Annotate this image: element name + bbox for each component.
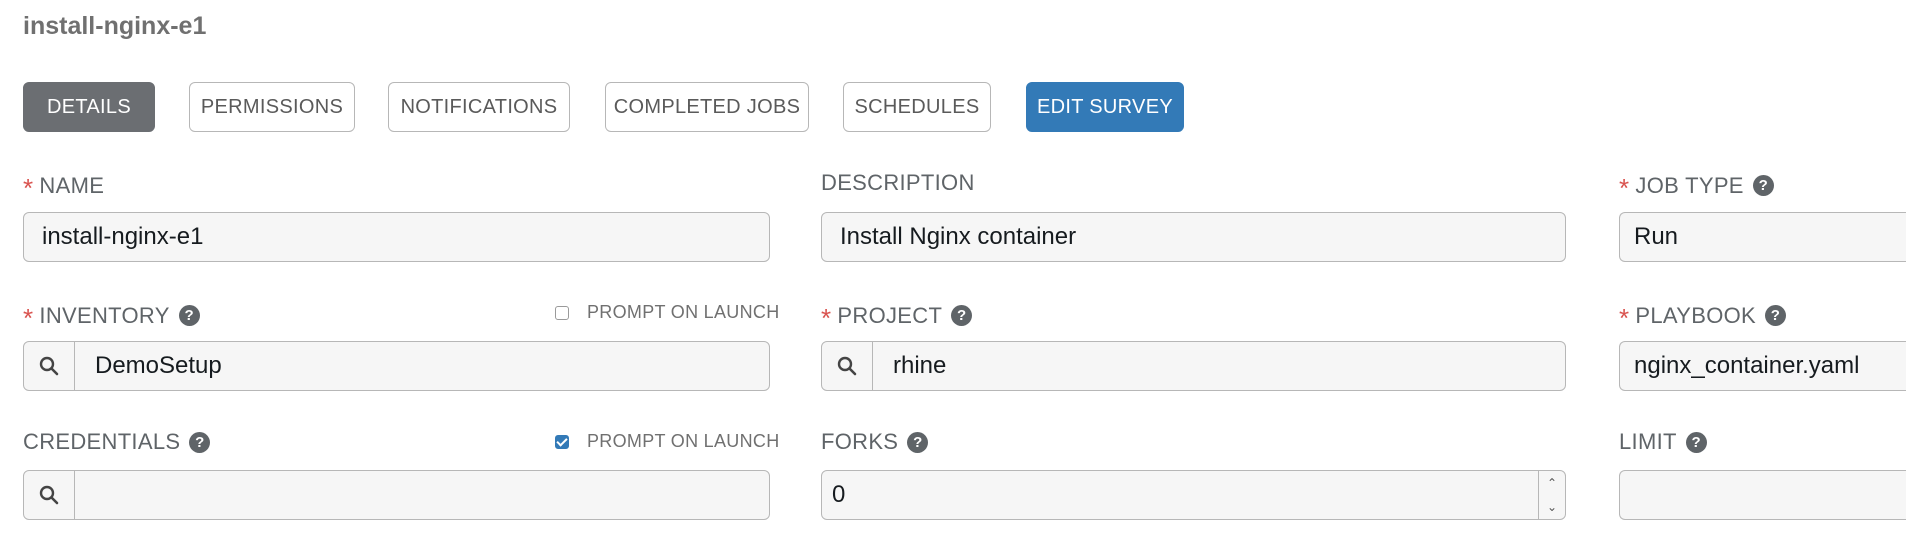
- inventory-value: DemoSetup: [95, 352, 222, 379]
- inventory-label: * INVENTORY ?: [23, 300, 200, 333]
- question-circle-icon[interactable]: ?: [189, 431, 211, 453]
- limit-field[interactable]: [1619, 470, 1906, 520]
- search-icon[interactable]: [822, 342, 873, 390]
- credentials-label-text: CREDENTIALS: [23, 429, 181, 454]
- forks-number-input[interactable]: 0 ⌃ ⌄: [821, 470, 1566, 520]
- job-type-select[interactable]: Run: [1619, 212, 1906, 262]
- name-label: * NAME: [23, 170, 105, 204]
- credentials-lookup-field[interactable]: [23, 470, 770, 520]
- job-type-value: Run: [1634, 223, 1679, 250]
- tab-notifications[interactable]: NOTIFICATIONS: [388, 82, 570, 132]
- playbook-label: * PLAYBOOK ?: [1619, 300, 1787, 333]
- limit-label-text: LIMIT: [1619, 429, 1677, 454]
- page-title: install-nginx-e1: [23, 12, 207, 40]
- question-circle-icon[interactable]: ?: [1685, 431, 1707, 453]
- required-marker: *: [23, 173, 34, 203]
- credentials-prompt-checkbox[interactable]: [555, 434, 569, 449]
- tab-schedules[interactable]: SCHEDULES: [843, 82, 991, 132]
- tab-permissions[interactable]: PERMISSIONS: [189, 82, 355, 132]
- job-type-label: * JOB TYPE ?: [1619, 170, 1774, 203]
- project-label-text: PROJECT: [837, 302, 943, 328]
- playbook-label-text: PLAYBOOK: [1635, 302, 1757, 328]
- edit-survey-button[interactable]: EDIT SURVEY: [1026, 82, 1184, 132]
- description-label-text: DESCRIPTION: [821, 170, 975, 195]
- description-label: DESCRIPTION: [821, 170, 975, 196]
- forks-label-text: FORKS: [821, 429, 899, 454]
- project-value: rhine: [893, 352, 947, 379]
- question-circle-icon[interactable]: ?: [1765, 305, 1787, 326]
- question-circle-icon[interactable]: ?: [178, 305, 200, 326]
- search-icon[interactable]: [24, 342, 75, 390]
- project-lookup-field[interactable]: rhine: [821, 341, 1566, 391]
- name-label-text: NAME: [39, 172, 105, 198]
- chevron-up-icon[interactable]: ⌃: [1539, 471, 1565, 495]
- question-circle-icon[interactable]: ?: [1752, 175, 1774, 196]
- job-type-label-text: JOB TYPE: [1635, 172, 1744, 198]
- chevron-down-icon[interactable]: ⌄: [1539, 495, 1565, 519]
- required-marker: *: [1619, 303, 1630, 333]
- limit-label: LIMIT ?: [1619, 429, 1707, 455]
- question-circle-icon[interactable]: ?: [951, 305, 973, 326]
- forks-label: FORKS ?: [821, 429, 929, 455]
- question-circle-icon[interactable]: ?: [907, 431, 929, 453]
- description-field[interactable]: Install Nginx container: [821, 212, 1566, 262]
- name-value: install-nginx-e1: [42, 223, 204, 250]
- inventory-lookup-field[interactable]: DemoSetup: [23, 341, 770, 391]
- required-marker: *: [821, 303, 832, 333]
- project-label: * PROJECT ?: [821, 300, 973, 333]
- inventory-prompt-checkbox[interactable]: [555, 305, 569, 320]
- search-icon[interactable]: [24, 471, 75, 519]
- credentials-label: CREDENTIALS ?: [23, 429, 211, 455]
- tab-completed-jobs[interactable]: COMPLETED JOBS: [605, 82, 809, 132]
- tab-details[interactable]: DETAILS: [23, 82, 155, 132]
- credentials-prompt-label: PROMPT ON LAUNCH: [587, 431, 780, 451]
- inventory-label-text: INVENTORY: [39, 302, 170, 328]
- required-marker: *: [1619, 173, 1630, 203]
- name-field[interactable]: install-nginx-e1: [23, 212, 770, 262]
- inventory-prompt-on-launch[interactable]: PROMPT ON LAUNCH: [555, 302, 780, 323]
- inventory-prompt-label: PROMPT ON LAUNCH: [587, 302, 780, 322]
- playbook-select[interactable]: nginx_container.yaml: [1619, 341, 1906, 391]
- forks-spinner: ⌃ ⌄: [1538, 471, 1565, 519]
- credentials-prompt-on-launch[interactable]: PROMPT ON LAUNCH: [555, 431, 780, 452]
- forks-value: 0: [832, 481, 846, 508]
- playbook-value: nginx_container.yaml: [1634, 352, 1860, 379]
- required-marker: *: [23, 303, 34, 333]
- description-value: Install Nginx container: [840, 223, 1077, 250]
